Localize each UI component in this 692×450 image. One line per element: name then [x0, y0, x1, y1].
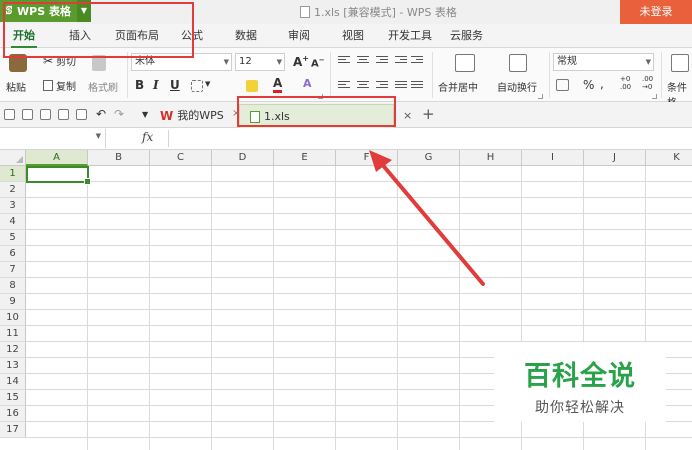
arrow-shaft — [379, 161, 485, 286]
watermark-subtitle: 助你轻松解决 — [535, 400, 625, 416]
watermark-title: 百科全说 — [524, 361, 636, 392]
arrow-head — [369, 150, 392, 172]
watermark: 百科全说 助你轻松解决 — [494, 342, 666, 422]
